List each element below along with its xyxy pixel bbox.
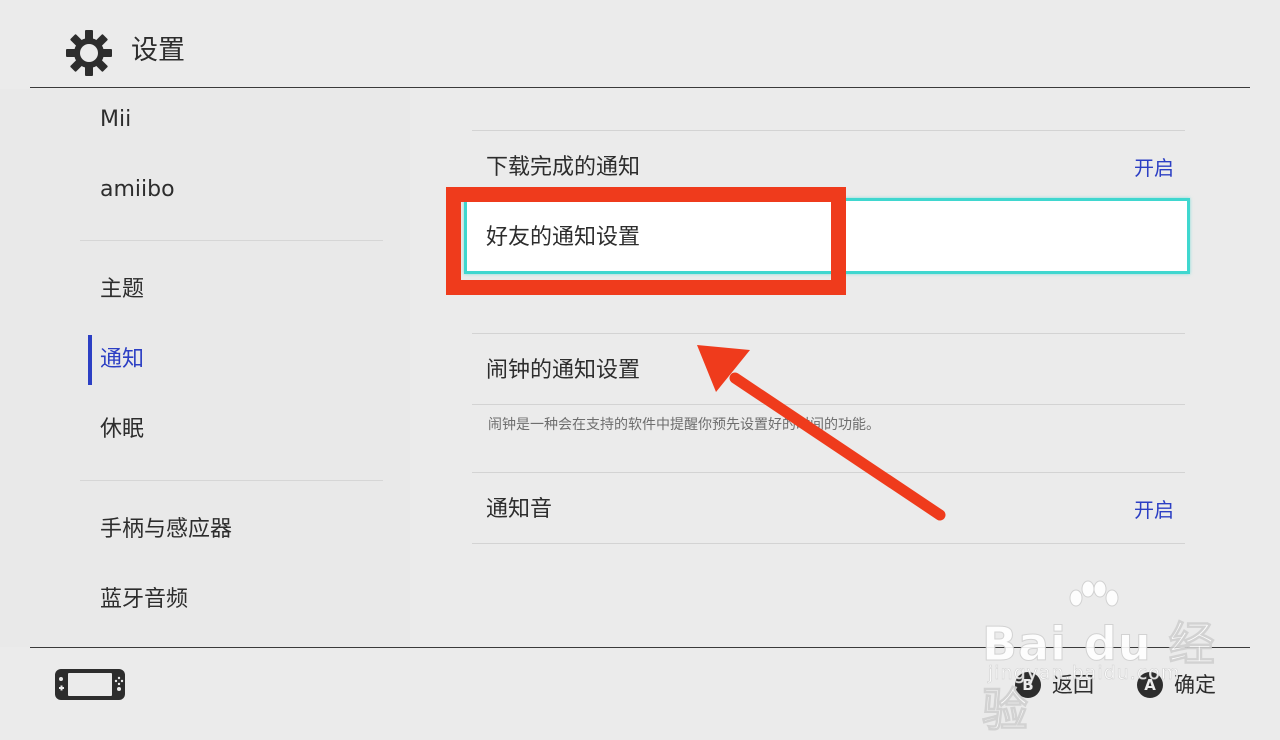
sidebar-item-sleep[interactable]: 休眠 [100, 415, 144, 445]
console-icon [55, 669, 125, 700]
row-alarm-description: 闹钟是一种会在支持的软件中提醒你预先设置好的时间的功能。 [488, 417, 880, 433]
row-download-notification-label[interactable]: 下载完成的通知 [486, 153, 640, 183]
annotation-highlight-box [446, 187, 846, 295]
active-indicator [88, 335, 92, 385]
watermark-url: jingyan.baidu.com [988, 662, 1181, 685]
row-divider [472, 404, 1185, 405]
sidebar-item-mii[interactable]: Mii [100, 105, 131, 135]
header: 设置 [0, 0, 1280, 88]
sidebar-item-theme[interactable]: 主题 [100, 275, 144, 305]
row-divider [472, 543, 1185, 544]
row-alarm-notification-label[interactable]: 闹钟的通知设置 [486, 356, 640, 386]
gear-icon [66, 30, 112, 76]
row-notification-sound-label[interactable]: 通知音 [486, 495, 552, 525]
row-divider [472, 333, 1185, 334]
sidebar-item-amiibo[interactable]: amiibo [100, 175, 175, 205]
sidebar [0, 89, 410, 647]
header-divider [30, 87, 1250, 88]
sidebar-item-bluetooth-audio[interactable]: 蓝牙音频 [100, 585, 188, 615]
row-divider [472, 472, 1185, 473]
sidebar-item-controllers[interactable]: 手柄与感应器 [100, 515, 232, 545]
sidebar-item-notifications[interactable]: 通知 [100, 345, 144, 375]
sidebar-divider [80, 480, 383, 481]
row-download-notification-value: 开启 [1134, 156, 1174, 180]
row-notification-sound-value: 开启 [1134, 498, 1174, 522]
row-divider [472, 130, 1185, 131]
watermark: Bai du 经验 jingyan.baidu.com [982, 580, 1222, 738]
sidebar-divider [80, 240, 383, 241]
page-title: 设置 [131, 35, 185, 66]
